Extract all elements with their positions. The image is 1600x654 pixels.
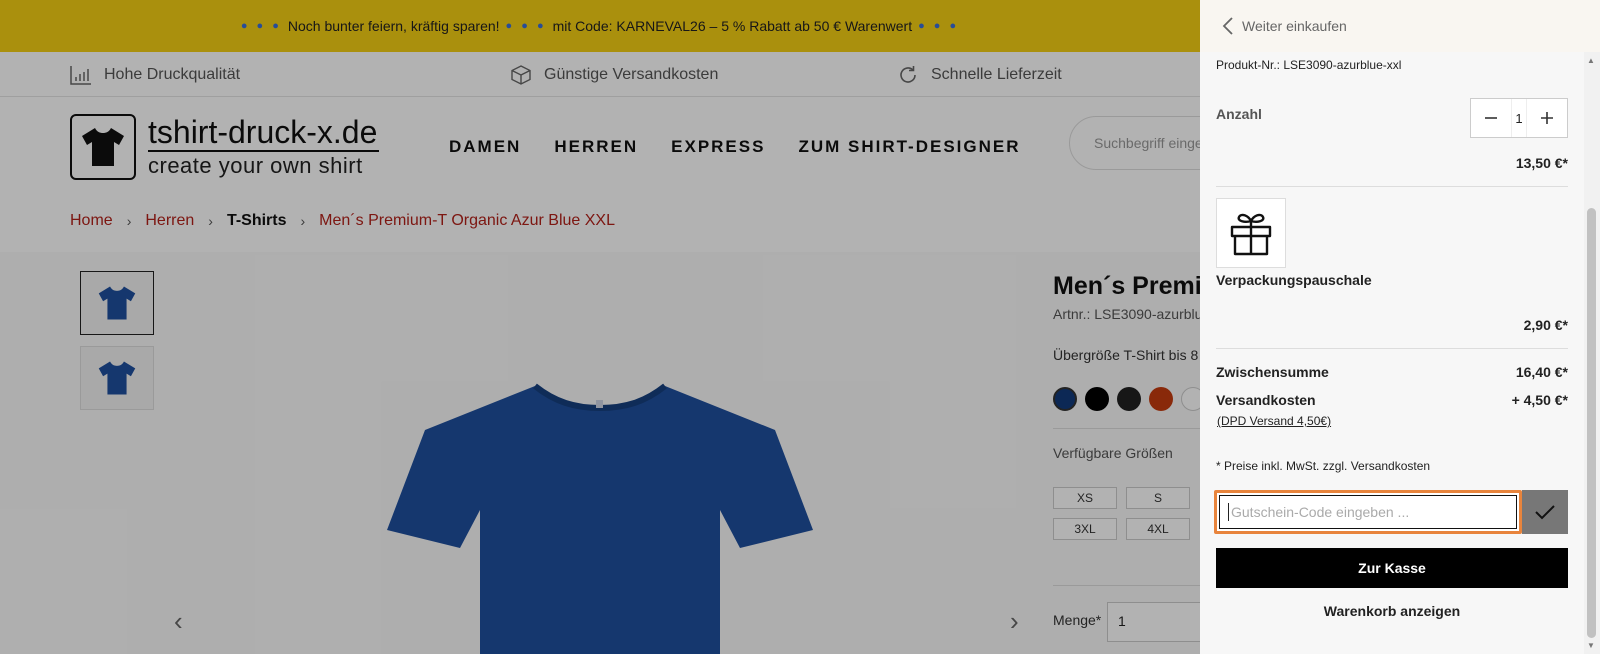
- subtotal-label: Zwischensumme: [1216, 364, 1329, 380]
- subtotal-value: 16,40 €*: [1515, 364, 1568, 380]
- shipping-value: + 4,50 €*: [1511, 392, 1568, 408]
- voucher-input[interactable]: Gutschein-Code eingeben ...: [1214, 490, 1522, 534]
- minus-icon: [1485, 117, 1497, 119]
- text-cursor: [1228, 503, 1229, 521]
- plus-icon: [1541, 112, 1553, 124]
- continue-shopping-label: Weiter einkaufen: [1242, 18, 1347, 34]
- view-cart-button[interactable]: Warenkorb anzeigen: [1216, 595, 1568, 627]
- chevron-left-icon: [1222, 17, 1233, 35]
- divider: [1216, 348, 1568, 349]
- vat-note: * Preise inkl. MwSt. zzgl. Versandkosten: [1216, 459, 1431, 473]
- voucher-placeholder: Gutschein-Code eingeben ...: [1231, 504, 1410, 520]
- checkmark-icon: [1535, 505, 1555, 520]
- packaging-fee-name: Verpackungspauschale: [1216, 272, 1372, 288]
- packaging-fee-price: 2,90 €*: [1523, 317, 1568, 333]
- shipping-method-link[interactable]: (DPD Versand 4,50€): [1217, 414, 1331, 428]
- shipping-label: Versandkosten: [1216, 392, 1316, 408]
- divider: [1216, 186, 1568, 187]
- cart-scrollbar[interactable]: ▲ ▼: [1584, 52, 1600, 654]
- cart-content: Produkt-Nr.: LSE3090-azurblue-xxl Anzahl…: [1200, 52, 1584, 654]
- increase-quantity-button[interactable]: [1527, 99, 1567, 137]
- quantity-stepper: 1: [1470, 98, 1568, 138]
- modal-backdrop[interactable]: [0, 0, 1200, 654]
- apply-voucher-button[interactable]: [1522, 490, 1568, 534]
- continue-shopping-link[interactable]: Weiter einkaufen: [1200, 0, 1600, 52]
- checkout-button[interactable]: Zur Kasse: [1216, 548, 1568, 588]
- scroll-down-arrow-icon[interactable]: ▼: [1587, 641, 1595, 650]
- line-item-price: 13,50 €*: [1515, 155, 1568, 171]
- decrease-quantity-button[interactable]: [1471, 99, 1511, 137]
- gift-box-image: [1216, 198, 1286, 268]
- product-number: Produkt-Nr.: LSE3090-azurblue-xxl: [1216, 58, 1402, 72]
- scroll-up-arrow-icon[interactable]: ▲: [1587, 56, 1595, 65]
- offcanvas-cart: Weiter einkaufen Produkt-Nr.: LSE3090-az…: [1200, 0, 1600, 654]
- scrollbar-thumb[interactable]: [1587, 208, 1596, 638]
- gift-box-icon: [1230, 213, 1272, 256]
- quantity-label: Anzahl: [1216, 106, 1262, 122]
- quantity-value[interactable]: 1: [1511, 99, 1527, 137]
